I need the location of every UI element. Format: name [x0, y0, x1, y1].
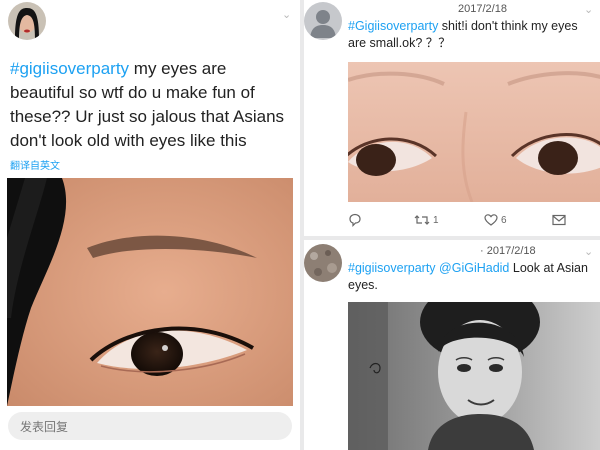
user-avatar[interactable] — [304, 244, 342, 282]
retweet-button[interactable]: 1 — [414, 212, 439, 228]
hashtag-link[interactable]: #Gigiisoverparty — [348, 19, 438, 33]
reply-button[interactable] — [348, 212, 362, 228]
chevron-down-icon[interactable]: ⌄ — [584, 245, 593, 258]
reply-icon — [349, 213, 361, 227]
reply-input[interactable]: 发表回复 — [8, 412, 292, 440]
tweet-date: 2017/2/18 — [458, 3, 507, 15]
user-avatar[interactable] — [8, 2, 46, 40]
message-button[interactable] — [552, 212, 566, 228]
default-avatar-icon[interactable] — [304, 2, 342, 40]
left-tweet-card: ⌄ #gigiisoverparty my eyes are beautiful… — [0, 0, 300, 450]
right-bottom-tweet-card: · 2017/2/18 ⌄ #gigiisoverparty @GiGiHadi… — [304, 240, 600, 450]
tweet-photo-portrait[interactable] — [348, 282, 600, 450]
tweet-date: · 2017/2/18 — [480, 245, 536, 257]
retweet-count: 1 — [433, 214, 439, 226]
chevron-down-icon[interactable]: ⌄ — [584, 3, 593, 16]
hashtag-link[interactable]: #gigiisoverparty — [10, 59, 129, 78]
tweet-actions: 1 6 — [348, 212, 578, 230]
like-count: 6 — [501, 214, 507, 226]
hashtag-link[interactable]: #gigiisoverparty — [348, 261, 436, 275]
tweet-text: #Gigiisoverparty shit!i don't think my e… — [348, 18, 598, 52]
mention-link[interactable]: @GiGiHadid — [439, 261, 509, 275]
chevron-down-icon[interactable]: ⌄ — [282, 8, 291, 21]
like-button[interactable]: 6 — [484, 212, 507, 228]
like-icon — [484, 214, 498, 226]
message-icon — [552, 214, 566, 226]
tweet-text: #gigiisoverparty my eyes are beautiful s… — [10, 57, 295, 153]
retweet-icon — [414, 215, 430, 225]
tweet-text: #gigiisoverparty @GiGiHadid Look at Asia… — [348, 260, 598, 294]
translate-link[interactable]: 翻译自英文 — [10, 157, 60, 172]
tweet-photo-eye[interactable] — [7, 178, 293, 406]
tweet-photo-eyes[interactable] — [342, 62, 600, 203]
right-top-tweet-card: 2017/2/18 ⌄ #Gigiisoverparty shit!i don'… — [304, 0, 600, 236]
